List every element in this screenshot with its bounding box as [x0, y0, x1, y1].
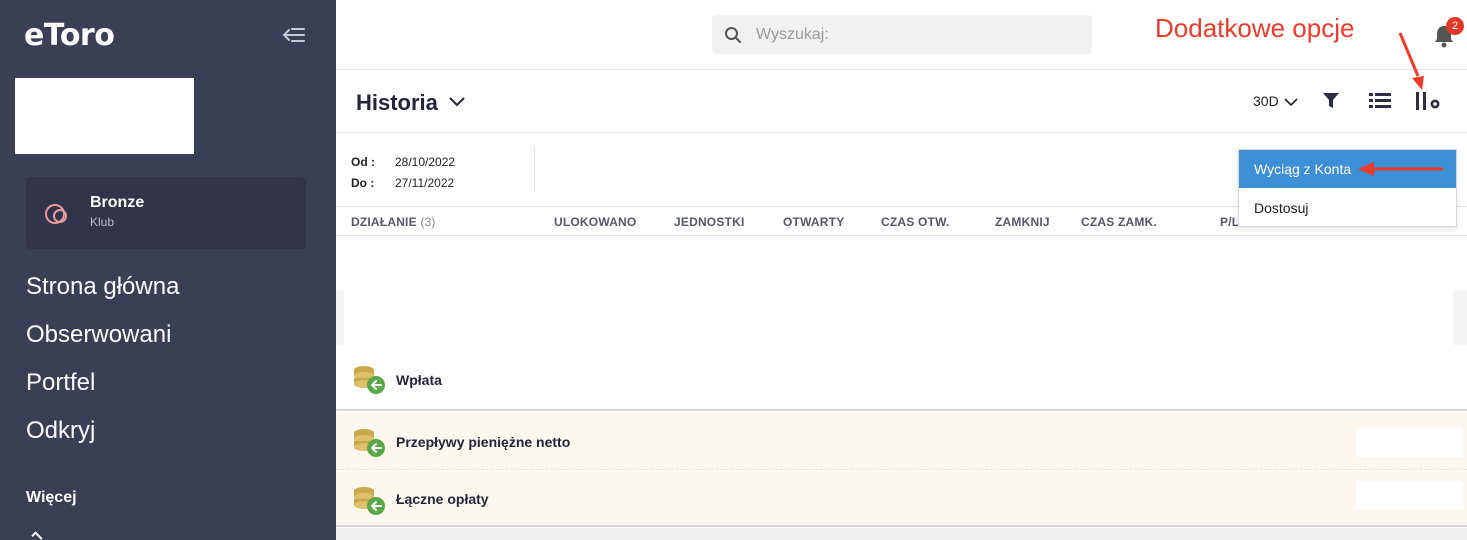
page-header: Historia 30D [336, 71, 1467, 133]
coin-stack-icon [352, 427, 386, 464]
menu-item-account-statement[interactable]: Wyciąg z Konta [1239, 150, 1456, 188]
club-subtitle: Klub [90, 215, 115, 229]
column-header-pl[interactable]: P/L [1220, 215, 1239, 229]
period-chevron-icon[interactable] [1284, 94, 1298, 112]
nav-item-portfolio[interactable]: Portfel [26, 369, 95, 397]
table-row[interactable]: Przepływy pieniężne netto [336, 413, 1467, 470]
from-date: 28/10/2022 [395, 155, 456, 169]
search-icon [725, 27, 741, 43]
divider [534, 146, 535, 192]
filter-icon[interactable] [1323, 92, 1339, 115]
period-selector[interactable]: 30D [1253, 93, 1279, 109]
column-header-close[interactable]: ZAMKNIJ [995, 215, 1050, 229]
nav-item-discover[interactable]: Odkryj [26, 417, 95, 445]
more-section-label: Więcej [26, 489, 77, 506]
nav-item-home[interactable]: Strona główna [26, 273, 179, 301]
from-label: Od : [351, 155, 375, 169]
sidebar: eToro Bronze Klub Strona główna Obserwow… [0, 0, 336, 540]
club-name: Bronze [90, 194, 145, 211]
notification-badge: 2 [1446, 17, 1464, 35]
row-label-deposit: Wpłata [396, 372, 442, 388]
table-row[interactable]: Łączne opłaty [336, 471, 1467, 527]
column-header-open-time[interactable]: CZAS OTW. [881, 215, 949, 229]
more-item-icon [31, 531, 43, 540]
to-label: Do : [351, 176, 375, 190]
column-settings-icon[interactable] [1416, 92, 1442, 115]
table-row[interactable]: Wpłata [336, 350, 1467, 411]
column-header-units[interactable]: JEDNOSTKI [674, 215, 744, 229]
chevron-down-icon[interactable] [448, 95, 466, 113]
search-bar[interactable] [712, 15, 1092, 54]
coin-stack-icon [352, 485, 386, 522]
row-label-net-cash-flow: Przepływy pieniężne netto [396, 434, 571, 450]
column-header-action[interactable]: DZIAŁANIE (3) [351, 215, 436, 229]
options-dropdown: Wyciąg z Konta Dostosuj [1238, 149, 1457, 227]
to-date: 27/11/2022 [395, 176, 455, 190]
date-range: Od : 28/10/2022 Do : 27/11/2022 [351, 152, 455, 194]
row-value [1356, 481, 1463, 510]
annotation-label: Dodatkowe opcje [1155, 13, 1355, 43]
nav-item-watchlist[interactable]: Obserwowani [26, 321, 171, 349]
column-header-open[interactable]: OTWARTY [783, 215, 844, 229]
coin-stack-icon [352, 364, 386, 401]
row-label-total-fees: Łączne opłaty [396, 491, 489, 507]
etoro-logo[interactable]: eToro [24, 18, 115, 53]
row-value [1356, 428, 1463, 457]
collapse-menu-icon[interactable] [280, 22, 308, 50]
club-card[interactable]: Bronze Klub [26, 177, 306, 249]
page-title[interactable]: Historia [356, 90, 438, 116]
menu-item-customize[interactable]: Dostosuj [1239, 189, 1456, 227]
user-profile-box[interactable] [15, 78, 194, 154]
club-icon [44, 201, 70, 227]
table-footer [336, 528, 1467, 540]
row-spacer-right [1453, 290, 1467, 345]
search-input[interactable] [756, 24, 1076, 46]
list-view-icon[interactable] [1369, 93, 1391, 114]
row-spacer [336, 290, 344, 345]
column-header-invested[interactable]: ULOKOWANO [554, 215, 636, 229]
column-header-close-time[interactable]: CZAS ZAMK. [1081, 215, 1157, 229]
